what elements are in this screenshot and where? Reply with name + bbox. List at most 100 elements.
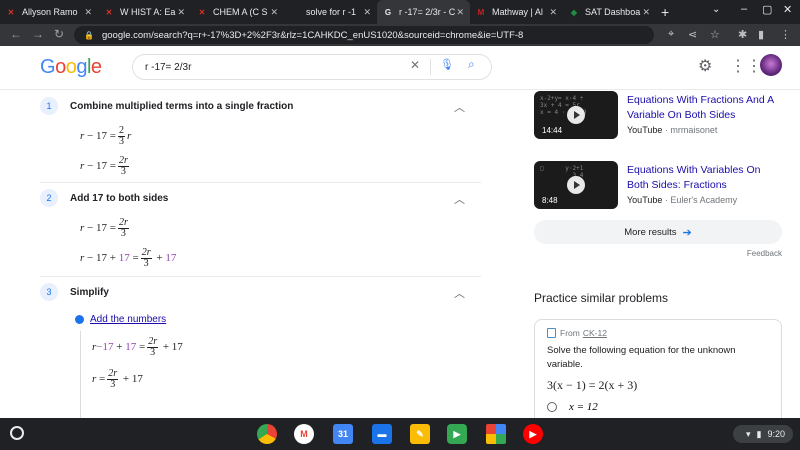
- address-bar[interactable]: 🔒 google.com/search?q=r+-17%3D+2%2F3r&rl…: [74, 26, 654, 44]
- video-meta: YouTube · mrmaisonet: [627, 125, 718, 135]
- highlighted-term: 17: [125, 341, 137, 353]
- reload-icon[interactable]: ↻: [54, 27, 64, 41]
- answer-option[interactable]: x = 12: [547, 401, 769, 413]
- video-result[interactable]: x-2+y= x·4 ÷ 3x + 4 = 5r x = 4 · (x+8) 14:…: [534, 91, 784, 159]
- extensions-icon[interactable]: ✱: [738, 28, 747, 41]
- chevron-up-icon[interactable]: ︿: [454, 285, 465, 301]
- feedback-link[interactable]: Feedback: [747, 249, 782, 258]
- play-icon[interactable]: [567, 106, 585, 124]
- var-r: r: [126, 130, 132, 142]
- side-panel-icon[interactable]: ▮: [758, 28, 764, 41]
- tab-0[interactable]: ✕ Allyson Ramo ✕: [0, 0, 98, 24]
- substep-link[interactable]: Add the numbers: [90, 314, 166, 325]
- back-icon[interactable]: ←: [10, 27, 22, 41]
- term: − 17: [87, 160, 107, 172]
- step-header[interactable]: 1 Combine multiplied terms into a single…: [40, 91, 481, 121]
- close-window-icon[interactable]: ✕: [783, 3, 792, 16]
- denominator: 3: [143, 257, 149, 269]
- source-link[interactable]: CK-12: [583, 328, 607, 338]
- mic-icon[interactable]: 🎙: [440, 58, 454, 71]
- close-icon[interactable]: ✕: [84, 7, 92, 18]
- files-icon[interactable]: ▬: [372, 424, 392, 444]
- search-icon[interactable]: ⌕: [468, 57, 475, 72]
- meet-icon[interactable]: ▶: [447, 424, 467, 444]
- tab-6[interactable]: ◆ SAT Dashboa ✕: [563, 0, 656, 24]
- close-icon[interactable]: ✕: [642, 7, 650, 18]
- clear-icon[interactable]: ✕: [410, 58, 420, 72]
- var-r: r: [92, 373, 97, 385]
- right-panel: x-2+y= x·4 ÷ 3x + 4 = 5r x = 4 · (x+8) 14:…: [534, 91, 784, 418]
- fraction: 2r 3: [107, 367, 119, 390]
- x-logo-icon: ✕: [198, 7, 206, 17]
- fraction: 2r 3: [147, 335, 159, 358]
- bookmark-star-icon[interactable]: ☆: [710, 28, 720, 41]
- term: − 17: [87, 130, 107, 142]
- browser-tab-bar: ✕ Allyson Ramo ✕ ✕ W HIST A: Ea ✕ ✕ CHEM A (C S…: [0, 0, 800, 24]
- video-title[interactable]: Equations With Variables On Both Sides: …: [627, 163, 782, 193]
- close-icon[interactable]: ✕: [177, 7, 185, 18]
- video-source: YouTube: [627, 125, 663, 135]
- share-icon[interactable]: ⋖: [688, 28, 697, 41]
- step-header[interactable]: 2 Add 17 to both sides: [40, 183, 481, 213]
- numerator: 2r: [147, 335, 159, 348]
- chrome-icon[interactable]: [257, 424, 277, 444]
- google-logo[interactable]: Google: [40, 56, 102, 79]
- close-icon[interactable]: ✕: [363, 7, 371, 18]
- plus-sign: +: [156, 252, 163, 264]
- tab-search-icon[interactable]: ⌄: [712, 4, 720, 15]
- keep-icon[interactable]: ✎: [410, 424, 430, 444]
- video-duration: 8:48: [542, 196, 558, 205]
- chevron-up-icon[interactable]: ︿: [454, 99, 465, 115]
- tab-2[interactable]: ✕ CHEM A (C S ✕: [191, 0, 284, 24]
- video-result[interactable]: □ y·2+1 3 4 2y 8:48 Equations With Varia…: [534, 161, 784, 229]
- denominator: 3: [118, 135, 124, 147]
- more-results-button[interactable]: More results ➔: [534, 220, 782, 244]
- close-icon[interactable]: ✕: [270, 7, 278, 18]
- tab-4[interactable]: Gr -17= 2/3r - C ✕: [377, 0, 470, 24]
- launcher-icon[interactable]: [10, 426, 24, 440]
- doc-icon: ▪: [293, 7, 297, 17]
- calendar-icon[interactable]: 31: [333, 424, 353, 444]
- step-header[interactable]: 3 Simplify: [40, 277, 481, 307]
- search-input[interactable]: r -17= 2/3r: [132, 54, 492, 80]
- radio-button[interactable]: [547, 402, 557, 412]
- tab-label: Mathway | Al: [492, 7, 543, 17]
- avatar[interactable]: [760, 54, 782, 76]
- numerator: 2r: [107, 367, 119, 380]
- tab-3[interactable]: ▪ solve for r -1 ✕: [284, 0, 377, 24]
- video-thumbnail[interactable]: x-2+y= x·4 ÷ 3x + 4 = 5r x = 4 · (x+8) 14:…: [534, 91, 618, 139]
- menu-icon[interactable]: ⋮: [780, 28, 791, 41]
- video-thumbnail[interactable]: □ y·2+1 3 4 2y 8:48: [534, 161, 618, 209]
- chevron-up-icon[interactable]: ︿: [454, 191, 465, 207]
- tab-5[interactable]: M Mathway | Al ✕: [470, 0, 563, 24]
- forward-icon[interactable]: →: [32, 27, 44, 41]
- close-icon[interactable]: ✕: [456, 7, 464, 18]
- equation-line: r = 2r 3 + 17: [40, 363, 481, 395]
- gmail-icon[interactable]: M: [294, 424, 314, 444]
- system-tray[interactable]: ▾ ▮ 9:20: [733, 425, 793, 443]
- apps-grid-icon[interactable]: ⋮⋮: [730, 56, 762, 76]
- wifi-icon: ▾: [745, 428, 751, 439]
- practice-equation: 3(x − 1) = 2(x + 3): [547, 378, 638, 392]
- gear-icon[interactable]: ⚙: [698, 56, 712, 76]
- location-icon[interactable]: ⌖: [668, 28, 674, 41]
- new-tab-icon[interactable]: +: [661, 4, 669, 20]
- battery-icon: ▮: [756, 428, 762, 439]
- step-2: 2 Add 17 to both sides ︿ r − 17 = 2r 3 r …: [40, 183, 481, 277]
- var-r: r: [80, 222, 85, 234]
- play-icon[interactable]: [567, 176, 585, 194]
- video-title[interactable]: Equations With Fractions And A Variable …: [627, 93, 782, 123]
- equals-sign: =: [99, 373, 106, 385]
- google-icon: G: [384, 7, 392, 17]
- video-channel: mrmaisonet: [670, 125, 718, 135]
- term: − 17: [87, 222, 107, 234]
- play-store-icon[interactable]: [486, 424, 506, 444]
- tab-1[interactable]: ✕ W HIST A: Ea ✕: [98, 0, 191, 24]
- maximize-icon[interactable]: ▢: [762, 3, 772, 16]
- minimize-icon[interactable]: –: [741, 3, 747, 15]
- step-title: Simplify: [70, 286, 109, 298]
- youtube-icon[interactable]: ▶: [523, 424, 543, 444]
- numerator: 2r: [140, 246, 152, 259]
- denominator: 3: [150, 346, 156, 358]
- close-icon[interactable]: ✕: [549, 7, 557, 18]
